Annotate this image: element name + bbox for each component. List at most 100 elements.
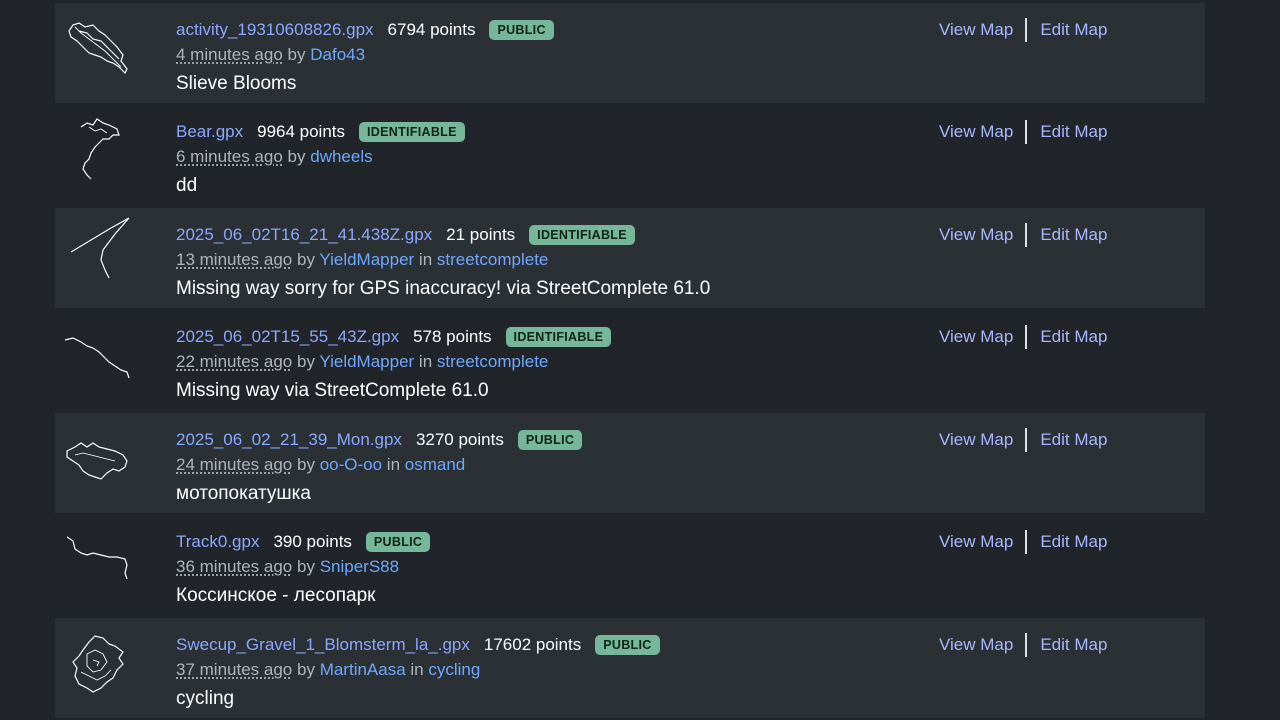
trace-description: Коссинское - лесопарк [176,585,376,606]
action-separator [1025,428,1028,452]
view-map-link[interactable]: View Map [939,532,1013,552]
trace-points: 390 points [273,532,352,551]
trace-meta: 13 minutes ago by YieldMapper in streetc… [176,250,548,270]
trace-points: 17602 points [483,635,582,654]
trace-points: 6794 points [387,20,476,39]
action-separator [1025,530,1028,554]
trace-user-link[interactable]: Dafo43 [310,45,365,64]
view-map-link[interactable]: View Map [939,122,1013,142]
trace-row: 2025_06_02_21_39_Mon.gpx 3270 points PUB… [55,413,1205,513]
edit-map-link[interactable]: Edit Map [1040,327,1107,347]
trace-tag-link[interactable]: cycling [428,660,480,679]
by-label: by [287,147,306,166]
view-map-link[interactable]: View Map [939,225,1013,245]
trace-filename-link[interactable]: 2025_06_02_21_39_Mon.gpx [176,430,402,450]
by-label: by [296,660,315,679]
trace-row: Track0.gpx 390 points PUBLIC 36 minutes … [55,515,1205,615]
trace-description: dd [176,175,198,196]
trace-user-link[interactable]: YieldMapper [319,352,414,371]
view-map-link[interactable]: View Map [939,20,1013,40]
trace-thumbnail[interactable] [63,216,131,284]
visibility-badge: PUBLIC [595,635,660,655]
trace-time: 37 minutes ago [176,660,293,679]
trace-row: Swecup_Gravel_1_Blomsterm_la_.gpx 17602 … [55,618,1205,718]
trace-filename-link[interactable]: Bear.gpx [176,122,243,142]
trace-thumbnail[interactable] [63,421,131,489]
trace-points: 9964 points [257,122,346,141]
trace-meta: 36 minutes ago by SniperS88 [176,557,399,577]
trace-time: 4 minutes ago [176,45,283,64]
trace-meta: 37 minutes ago by MartinAasa in cycling [176,660,480,680]
trace-filename-link[interactable]: 2025_06_02T16_21_41.438Z.gpx [176,225,432,245]
trace-tag-link[interactable]: streetcomplete [437,250,549,269]
in-label: in [418,250,433,269]
trace-description: Slieve Blooms [176,73,297,94]
trace-row: Bear.gpx 9964 points IDENTIFIABLE 6 minu… [55,105,1205,205]
trace-filename-link[interactable]: activity_19310608826.gpx [176,20,374,40]
trace-points: 21 points [446,225,516,244]
trace-meta: 4 minutes ago by Dafo43 [176,45,365,65]
visibility-badge: PUBLIC [517,430,583,450]
track-thumbnail-loop-icon [68,22,128,75]
action-separator [1025,633,1028,657]
edit-map-link[interactable]: Edit Map [1040,20,1107,40]
trace-meta: 22 minutes ago by YieldMapper in streetc… [176,352,548,372]
trace-thumbnail[interactable] [63,523,131,591]
trace-description: cycling [176,688,235,709]
trace-tag-link[interactable]: streetcomplete [437,352,549,371]
trace-user-link[interactable]: YieldMapper [319,250,414,269]
in-label: in [418,352,433,371]
trace-filename-link[interactable]: Track0.gpx [176,532,259,552]
trace-row: 2025_06_02T15_55_43Z.gpx 578 points IDEN… [55,310,1205,410]
trace-user-link[interactable]: SniperS88 [320,557,399,576]
by-label: by [296,557,315,576]
trace-time: 13 minutes ago [176,250,293,269]
trace-thumbnail[interactable] [63,113,131,181]
action-separator [1025,18,1028,42]
trace-thumbnail[interactable] [63,318,131,386]
trace-time: 6 minutes ago [176,147,283,166]
trace-points: 578 points [413,327,492,346]
edit-map-link[interactable]: Edit Map [1040,225,1107,245]
trace-row: activity_19310608826.gpx 6794 points PUB… [55,3,1205,103]
trace-meta: 24 minutes ago by oo-O-oo in osmand [176,455,465,475]
visibility-badge: IDENTIFIABLE [359,122,465,142]
trace-thumbnail[interactable] [63,626,131,694]
trace-thumbnail[interactable] [63,11,131,79]
track-thumbnail-cluster-icon [72,635,124,693]
by-label: by [287,45,306,64]
edit-map-link[interactable]: Edit Map [1040,635,1107,655]
trace-user-link[interactable]: MartinAasa [320,660,406,679]
edit-map-link[interactable]: Edit Map [1040,122,1107,142]
trace-filename-link[interactable]: 2025_06_02T15_55_43Z.gpx [176,327,399,347]
trace-row: 2025_06_02T16_21_41.438Z.gpx 21 points I… [55,208,1205,308]
trace-meta: 6 minutes ago by dwheels [176,147,373,167]
by-label: by [296,455,315,474]
action-separator [1025,223,1028,247]
visibility-badge: PUBLIC [365,532,431,552]
by-label: by [296,250,315,269]
edit-map-link[interactable]: Edit Map [1040,430,1107,450]
trace-points: 3270 points [415,430,504,449]
view-map-link[interactable]: View Map [939,327,1013,347]
view-map-link[interactable]: View Map [939,430,1013,450]
trace-user-link[interactable]: oo-O-oo [320,455,382,474]
trace-user-link[interactable]: dwheels [310,147,372,166]
visibility-badge: IDENTIFIABLE [529,225,635,245]
trace-filename-link[interactable]: Swecup_Gravel_1_Blomsterm_la_.gpx [176,635,470,655]
in-label: in [410,660,424,679]
trace-description: Missing way via StreetComplete 61.0 [176,380,489,401]
view-map-link[interactable]: View Map [939,635,1013,655]
action-separator [1025,325,1028,349]
track-thumbnail-path-icon [66,536,128,580]
trace-time: 36 minutes ago [176,557,293,576]
track-thumbnail-blob-icon [66,442,128,480]
edit-map-link[interactable]: Edit Map [1040,532,1107,552]
trace-description: Missing way sorry for GPS inaccuracy! vi… [176,278,711,299]
by-label: by [296,352,315,371]
track-thumbnail-vee-icon [70,217,130,279]
trace-tag-link[interactable]: osmand [405,455,465,474]
action-separator [1025,120,1028,144]
visibility-badge: IDENTIFIABLE [505,327,612,347]
trace-description: мотопокатушка [176,483,311,504]
